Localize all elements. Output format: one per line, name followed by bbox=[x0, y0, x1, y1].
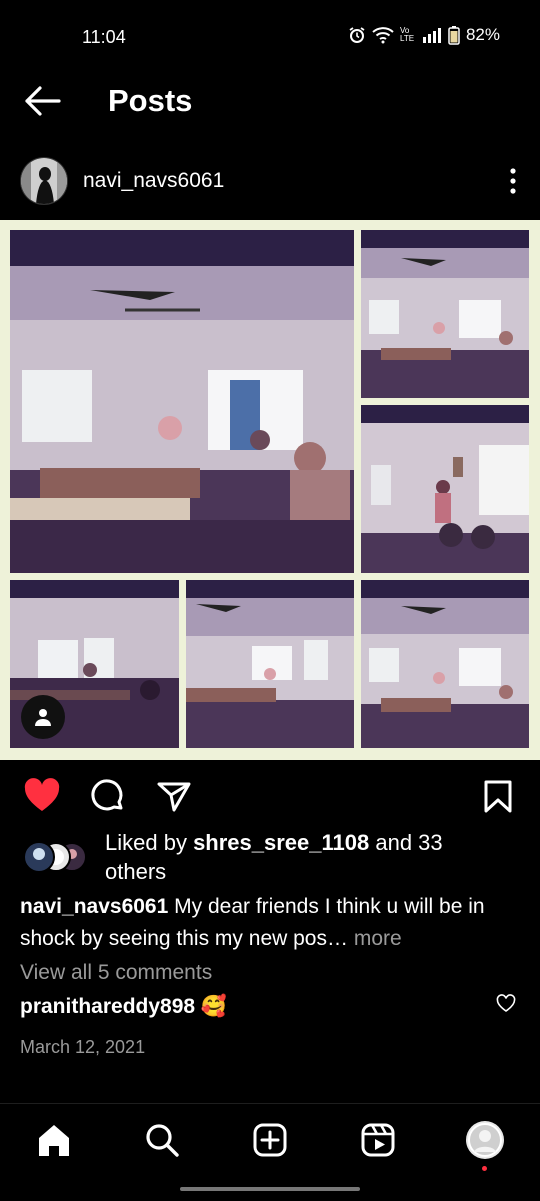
likes-prefix: Liked by bbox=[105, 830, 194, 855]
collage-photo bbox=[186, 580, 354, 748]
network-label: Vo LTE bbox=[399, 26, 415, 43]
status-icons: Vo LTE 82% bbox=[348, 25, 500, 45]
back-button[interactable] bbox=[22, 84, 62, 118]
comment-username[interactable]: pranithareddy898 bbox=[20, 995, 195, 1018]
plus-square-icon bbox=[253, 1123, 287, 1157]
send-icon bbox=[157, 782, 191, 812]
avatar[interactable] bbox=[20, 157, 68, 205]
bookmark-icon bbox=[484, 780, 512, 813]
heart-filled-icon bbox=[24, 778, 60, 811]
post-username[interactable]: navi_navs6061 bbox=[83, 169, 224, 193]
header: Posts bbox=[0, 72, 540, 130]
nav-reels[interactable] bbox=[358, 1120, 398, 1160]
arrow-left-icon bbox=[25, 86, 61, 116]
post-image[interactable] bbox=[0, 220, 540, 760]
liker-avatars bbox=[22, 840, 98, 874]
collage-photo bbox=[361, 580, 529, 748]
liker-username[interactable]: shres_sree_1108 bbox=[193, 830, 369, 855]
likes-summary[interactable]: Liked by shres_sree_1108 and 33 others bbox=[20, 828, 520, 888]
like-button[interactable] bbox=[22, 776, 62, 816]
share-button[interactable] bbox=[154, 776, 194, 816]
home-indicator bbox=[180, 1187, 360, 1191]
collage-photo bbox=[10, 230, 354, 573]
view-comments-link[interactable]: View all 5 comments bbox=[20, 961, 212, 985]
comment-button[interactable] bbox=[88, 776, 128, 816]
caption-username[interactable]: navi_navs6061 bbox=[20, 895, 168, 918]
alarm-icon bbox=[348, 26, 366, 44]
home-icon bbox=[39, 1125, 69, 1156]
kebab-icon bbox=[510, 168, 516, 194]
profile-icon bbox=[466, 1121, 504, 1159]
heart-outline-icon bbox=[496, 994, 516, 1012]
post-header: navi_navs6061 bbox=[0, 152, 540, 212]
nav-home[interactable] bbox=[34, 1120, 74, 1160]
comment-emoji: 🥰 bbox=[200, 995, 228, 1018]
more-link[interactable]: more bbox=[354, 927, 402, 950]
caption-ellipsis: … bbox=[326, 927, 354, 950]
caption: navi_navs6061 My dear friends I think u … bbox=[20, 891, 520, 955]
comment-like-button[interactable] bbox=[496, 994, 516, 1014]
notification-dot bbox=[482, 1166, 487, 1171]
tagged-people-button[interactable] bbox=[21, 695, 65, 739]
likes-text: Liked by shres_sree_1108 and 33 others bbox=[105, 828, 485, 886]
comment-icon bbox=[91, 779, 123, 811]
post-actions bbox=[0, 770, 540, 820]
battery-percent: 82% bbox=[465, 25, 500, 44]
nav-profile[interactable] bbox=[465, 1120, 505, 1160]
post-date: March 12, 2021 bbox=[20, 1037, 146, 1057]
wifi-icon bbox=[372, 26, 394, 44]
nav-create[interactable] bbox=[250, 1120, 290, 1160]
page-title: Posts bbox=[108, 83, 193, 118]
comment-preview[interactable]: pranithareddy898 🥰 bbox=[20, 995, 227, 1019]
search-icon bbox=[146, 1124, 179, 1157]
nav-search[interactable] bbox=[142, 1120, 182, 1160]
status-bar: 11:04 Vo LTE 82% bbox=[0, 0, 540, 72]
more-options-button[interactable] bbox=[506, 166, 520, 196]
battery-icon bbox=[448, 25, 460, 45]
collage-photo bbox=[361, 230, 529, 398]
signal-icon bbox=[422, 27, 442, 43]
status-time: 11:04 bbox=[82, 27, 126, 47]
bottom-nav bbox=[0, 1103, 540, 1201]
person-icon bbox=[35, 709, 51, 726]
reels-icon bbox=[361, 1123, 395, 1157]
save-button[interactable] bbox=[478, 776, 518, 816]
collage-photo bbox=[361, 405, 529, 573]
